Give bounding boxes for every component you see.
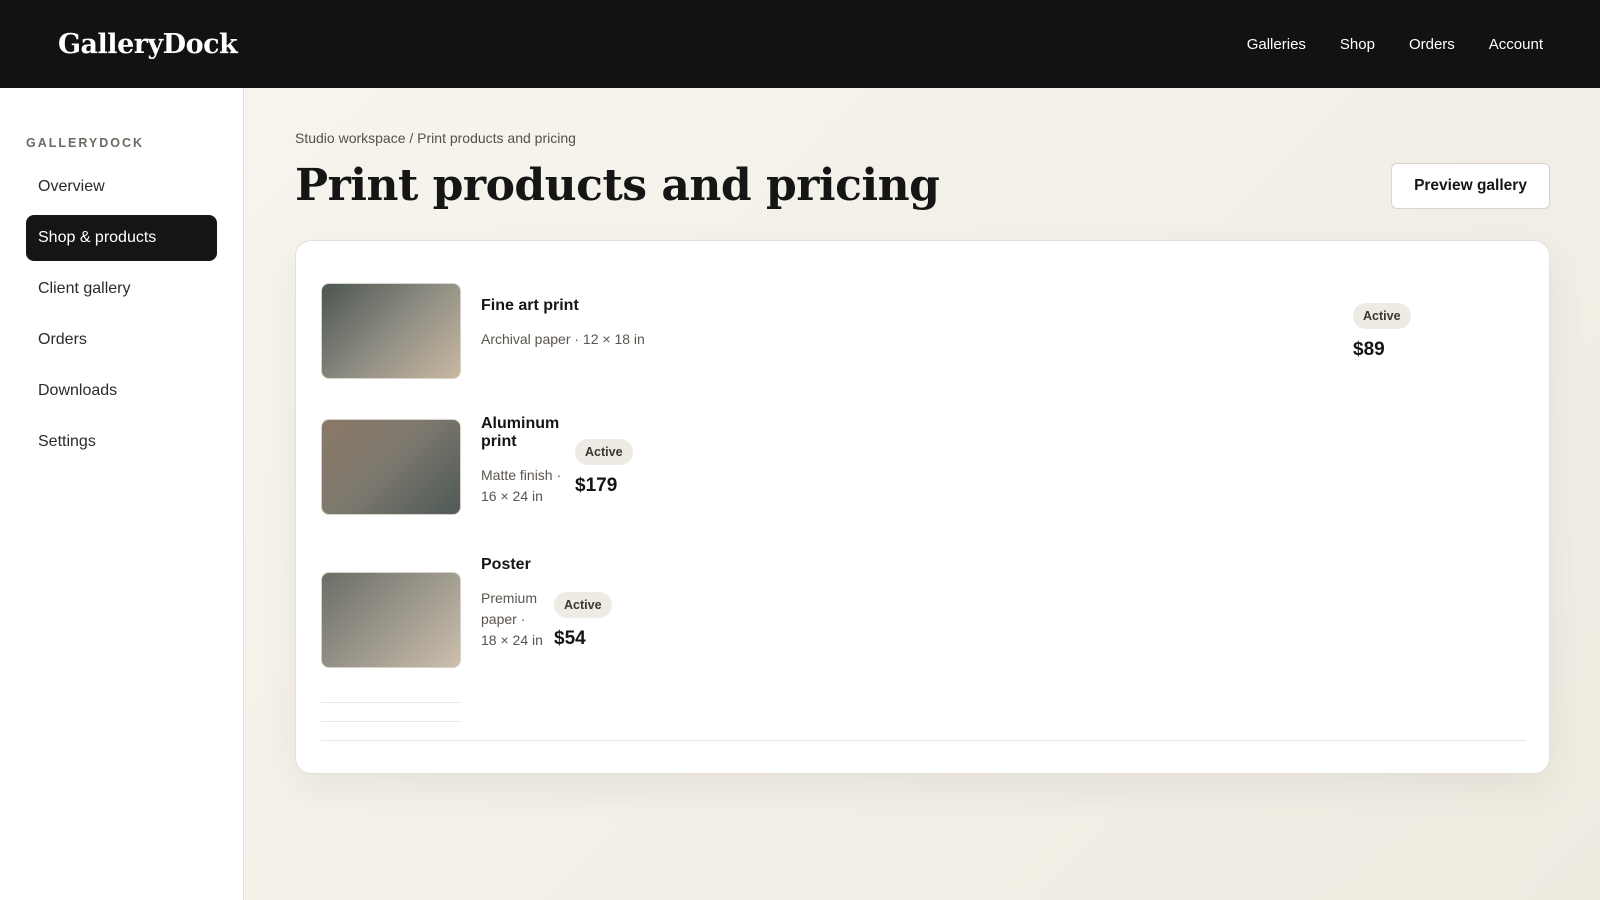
product-meta: Active $89 bbox=[1353, 303, 1411, 361]
sidebar-heading: GALLERYDOCK bbox=[26, 136, 145, 150]
top-nav-shop[interactable]: Shop bbox=[1340, 36, 1375, 53]
product-row[interactable]: Fine art print Archival paper · 12 × 18 … bbox=[321, 283, 1521, 379]
product-price: $179 bbox=[575, 475, 618, 496]
product-row[interactable]: Poster Premium paper · 18 × 24 in Active… bbox=[321, 556, 721, 702]
top-nav-galleries[interactable]: Galleries bbox=[1247, 36, 1306, 53]
status-badge: Active bbox=[554, 592, 612, 618]
sidebar-item-client-gallery[interactable]: Client gallery bbox=[26, 266, 217, 312]
product-text: Fine art print Archival paper · 12 × 18 … bbox=[481, 297, 781, 350]
breadcrumb: Studio workspace / Print products and pr… bbox=[295, 130, 576, 146]
products-card: Fine art print Archival paper · 12 × 18 … bbox=[295, 240, 1550, 774]
sidebar-item-downloads[interactable]: Downloads bbox=[26, 368, 217, 414]
sidebar-item-shop-products[interactable]: Shop & products bbox=[26, 215, 217, 261]
status-badge: Active bbox=[1353, 303, 1411, 329]
divider bbox=[321, 721, 461, 722]
product-description: Matte finish · 16 × 24 in bbox=[481, 467, 562, 504]
product-thumbnail bbox=[321, 283, 461, 379]
sidebar-item-orders[interactable]: Orders bbox=[26, 317, 217, 363]
top-nav-orders[interactable]: Orders bbox=[1409, 36, 1455, 53]
product-thumbnail bbox=[321, 572, 461, 668]
status-badge: Active bbox=[575, 439, 633, 465]
product-name: Aluminum print bbox=[481, 415, 560, 450]
product-text: Aluminum print Matte finish · 16 × 24 in bbox=[481, 415, 563, 507]
sidebar-item-overview[interactable]: Overview bbox=[26, 164, 217, 210]
top-bar: GalleryDock Galleries Shop Orders Accoun… bbox=[0, 0, 1600, 88]
divider bbox=[321, 702, 461, 703]
product-meta: Active $179 bbox=[575, 439, 633, 497]
preview-gallery-button[interactable]: Preview gallery bbox=[1391, 163, 1550, 209]
top-nav: Galleries Shop Orders Account bbox=[1247, 36, 1543, 53]
product-row[interactable]: Aluminum print Matte finish · 16 × 24 in… bbox=[321, 415, 721, 515]
product-meta: Active $54 bbox=[554, 592, 612, 650]
product-name: Poster bbox=[481, 556, 531, 573]
divider bbox=[321, 740, 1526, 741]
product-name: Fine art print bbox=[481, 297, 579, 314]
product-description: Premium paper · 18 × 24 in bbox=[481, 590, 543, 648]
brand-logo[interactable]: GalleryDock bbox=[58, 29, 238, 60]
page-title: Print products and pricing bbox=[295, 160, 940, 211]
product-price: $89 bbox=[1353, 339, 1385, 360]
sidebar: GALLERYDOCK Overview Shop & products Cli… bbox=[0, 88, 244, 900]
product-description: Archival paper · 12 × 18 in bbox=[481, 331, 645, 347]
main-content: Studio workspace / Print products and pr… bbox=[244, 88, 1600, 900]
top-nav-account[interactable]: Account bbox=[1489, 36, 1543, 53]
product-text: Poster Premium paper · 18 × 24 in bbox=[481, 556, 543, 651]
product-thumbnail bbox=[321, 419, 461, 515]
sidebar-item-settings[interactable]: Settings bbox=[26, 419, 217, 465]
product-price: $54 bbox=[554, 628, 586, 649]
